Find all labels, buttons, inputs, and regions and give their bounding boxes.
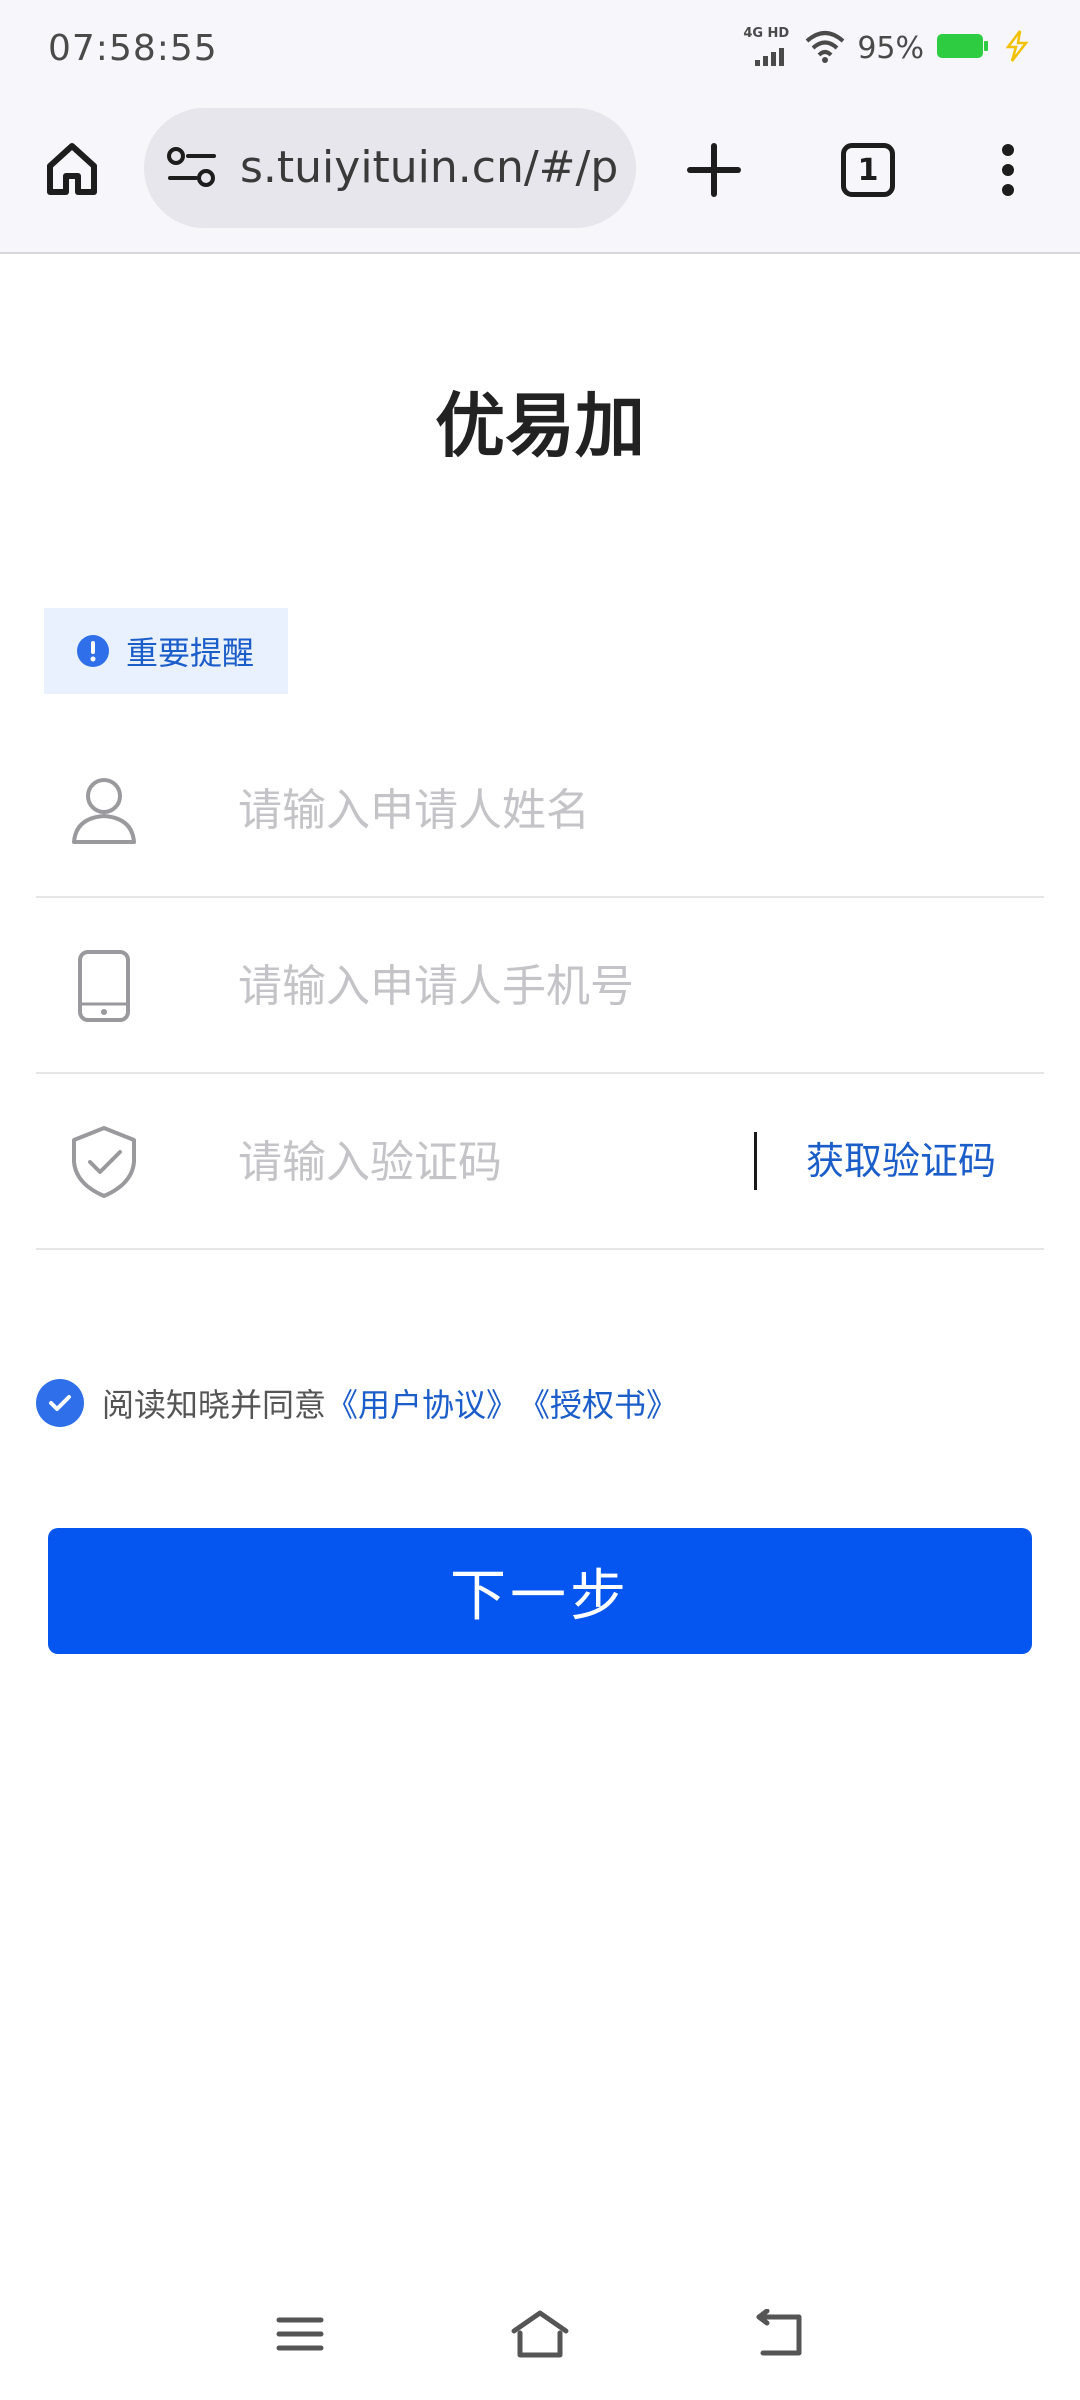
status-icons: 4G HD 95% (743, 26, 1032, 68)
phone-icon (78, 950, 130, 1022)
agreement-text: 阅读知晓并同意 (102, 1386, 327, 1424)
agreement-checkbox[interactable] (36, 1379, 84, 1427)
name-field-row (36, 722, 1044, 898)
status-time: 07:58:55 (48, 28, 218, 69)
url-text[interactable]: s.tuiyituin.cn/#/pa (240, 108, 620, 228)
shield-check-icon (72, 1126, 136, 1198)
applicant-name-input[interactable] (238, 770, 798, 850)
user-icon (72, 778, 136, 844)
charging-icon (1002, 29, 1032, 67)
agreement-row: 阅读知晓并同意 《用户协议》 《授权书》 (36, 1378, 678, 1428)
system-back-button[interactable] (750, 2306, 810, 2362)
tabs-button[interactable]: 1 (830, 132, 906, 208)
next-step-button[interactable]: 下一步 (48, 1528, 1032, 1654)
signal-icon: 4G HD (743, 26, 793, 68)
info-icon (77, 635, 109, 667)
menu-icon (276, 2317, 324, 2351)
check-icon (49, 1395, 71, 1411)
phone-field-row (36, 898, 1044, 1074)
home-icon (47, 143, 97, 195)
applicant-phone-input[interactable] (238, 946, 798, 1026)
page-title: 优易加 (435, 385, 645, 467)
status-bar: 07:58:55 4G HD 95% (0, 0, 1080, 100)
verification-code-input[interactable] (238, 1122, 718, 1202)
battery-icon (936, 31, 990, 65)
divider (754, 1132, 757, 1190)
new-tab-button[interactable] (676, 132, 752, 208)
home-icon (511, 2310, 569, 2358)
verification-code-row: 获取验证码 (36, 1074, 1044, 1250)
browser-toolbar: s.tuiyituin.cn/#/pa 1 (0, 100, 1080, 254)
site-settings-icon[interactable] (166, 146, 218, 190)
plus-icon (687, 143, 741, 197)
browser-menu-button[interactable] (980, 132, 1036, 208)
user-agreement-link[interactable]: 《用户协议》 (326, 1380, 518, 1426)
tab-count: 1 (857, 152, 879, 188)
system-home-button[interactable] (510, 2306, 570, 2362)
wifi-icon (805, 29, 845, 67)
more-vert-icon (1002, 144, 1014, 196)
system-nav-bar (0, 2290, 1080, 2380)
tabs-icon: 1 (841, 143, 895, 197)
authorization-link[interactable]: 《授权书》 (518, 1380, 678, 1426)
battery-percent: 95% (857, 30, 924, 66)
get-code-button[interactable]: 获取验证码 (806, 1132, 996, 1190)
browser-home-button[interactable] (36, 132, 108, 204)
network-type: 4G HD (743, 26, 790, 41)
back-icon (756, 2309, 802, 2356)
address-bar[interactable]: s.tuiyituin.cn/#/pa (144, 108, 636, 228)
recent-apps-button[interactable] (270, 2306, 330, 2362)
notice-label: 重要提醒 (126, 634, 255, 672)
important-notice[interactable]: 重要提醒 (44, 608, 288, 694)
